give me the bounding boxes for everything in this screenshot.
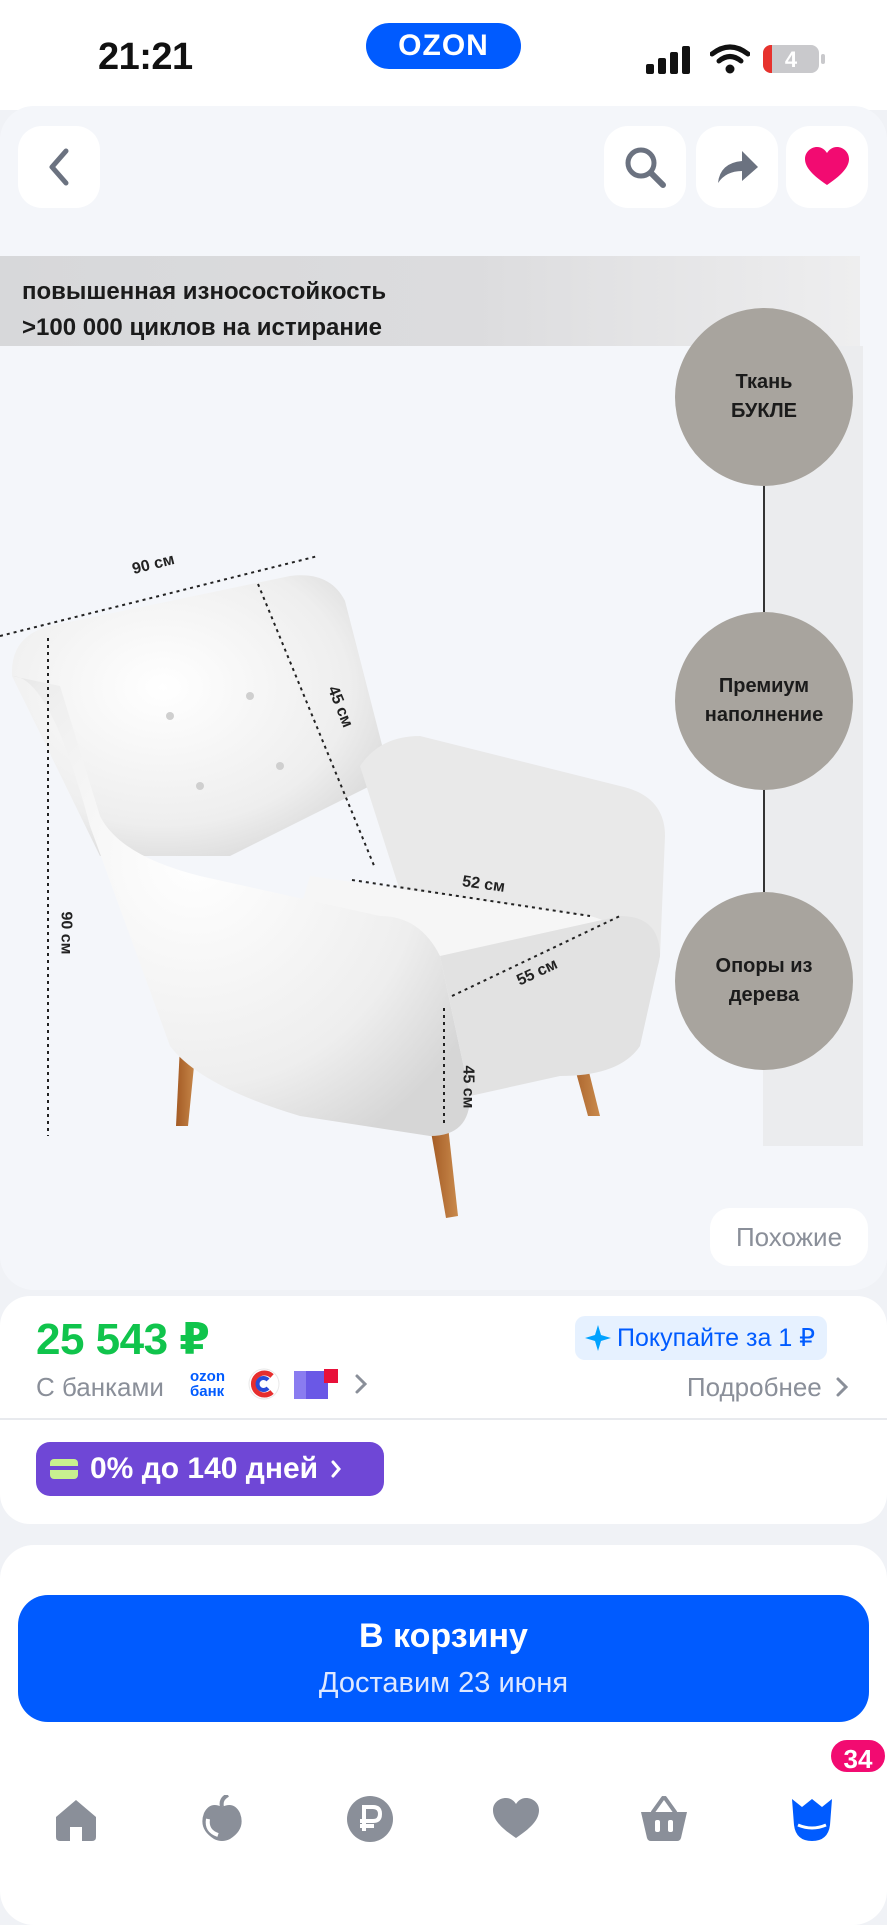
cart-icon (641, 1796, 687, 1841)
wifi-icon (710, 44, 750, 74)
back-button[interactable] (18, 126, 100, 208)
card-icon (50, 1459, 78, 1479)
fresh-icon (202, 1795, 242, 1841)
bottom-nav (0, 1745, 887, 1865)
bottom-panel: В корзину Доставим 23 июня (0, 1545, 887, 1925)
battery-indicator: 4 (763, 45, 825, 73)
product-gallery[interactable]: повышенная износостойкость >100 000 цикл… (0, 106, 887, 1290)
heart-icon (805, 147, 849, 185)
dim-height-label: 90 см (57, 911, 75, 955)
chevron-left-icon (49, 148, 69, 186)
feature-legs: Опоры из дерева (675, 892, 853, 1070)
dim-leg-label: 45 см (459, 1065, 477, 1109)
bank-logo-icon (248, 1368, 280, 1400)
cellular-signal-icon (646, 46, 690, 74)
share-icon (718, 151, 758, 183)
feature-text: Премиум (718, 675, 810, 697)
nav-fresh[interactable] (192, 1789, 252, 1849)
price: 25 543 ₽ (36, 1315, 210, 1364)
banner-line-2: >100 000 циклов на истирание (22, 314, 382, 341)
nav-finance[interactable] (340, 1789, 400, 1849)
status-bar: 21:21 OZON 4 (0, 0, 887, 110)
feature-fabric: Ткань БУКЛЕ (675, 308, 853, 486)
home-icon (56, 1800, 96, 1841)
ozon-logo: OZON (366, 23, 521, 69)
share-button[interactable] (696, 126, 778, 208)
delivery-date: Доставим 23 июня (318, 1667, 569, 1699)
nav-profile[interactable] (782, 1789, 842, 1849)
details-label: Подробнее (686, 1372, 822, 1402)
nav-cart[interactable] (634, 1789, 694, 1849)
banks-label: С банками (36, 1372, 164, 1402)
divider (0, 1418, 887, 1420)
buy-for-label: Покупайте за 1 ₽ (617, 1324, 816, 1352)
chevron-right-icon (836, 1377, 849, 1397)
installment-button[interactable]: 0% до 140 дней (36, 1442, 384, 1496)
feature-text: наполнение (704, 704, 824, 726)
battery-level: 4 (784, 47, 798, 72)
banner-line-1: повышенная износостойкость (22, 278, 387, 305)
clock: 21:21 (98, 36, 193, 78)
feature-text: БУКЛЕ (731, 400, 797, 422)
favorites-icon (493, 1798, 539, 1838)
profile-badge: 34 (828, 1737, 887, 1775)
sparkle-icon (585, 1325, 611, 1351)
bank-card-logo-icon (294, 1369, 338, 1399)
chevron-right-icon (355, 1374, 368, 1394)
bank-logos[interactable]: ozon банк (190, 1368, 368, 1400)
nav-favorites[interactable] (486, 1789, 546, 1849)
armchair-image (0, 555, 665, 1218)
buy-for-1-rub-badge[interactable]: Покупайте за 1 ₽ (575, 1316, 828, 1360)
feature-text: дерева (728, 984, 800, 1006)
ruble-icon (347, 1796, 393, 1842)
profile-icon (792, 1799, 832, 1841)
chevron-right-icon (331, 1460, 342, 1478)
feature-text: Опоры из (715, 955, 813, 977)
price-card: 25 543 ₽ Покупайте за 1 ₽ С банками ozon… (0, 1296, 887, 1524)
search-button[interactable] (604, 126, 686, 208)
installment-label: 0% до 140 дней (90, 1452, 319, 1485)
favorite-button[interactable] (786, 126, 868, 208)
feature-text: Ткань (735, 371, 793, 393)
nav-home[interactable] (46, 1789, 106, 1849)
add-to-cart-button[interactable]: В корзину Доставим 23 июня (18, 1595, 869, 1722)
search-icon (625, 147, 666, 188)
ozon-bank-logo: ozon банк (190, 1368, 225, 1400)
add-to-cart-label: В корзину (359, 1617, 528, 1655)
similar-button[interactable]: Похожие (710, 1208, 868, 1266)
feature-filling: Премиум наполнение (675, 612, 853, 790)
details-link[interactable]: Подробнее (687, 1372, 849, 1403)
